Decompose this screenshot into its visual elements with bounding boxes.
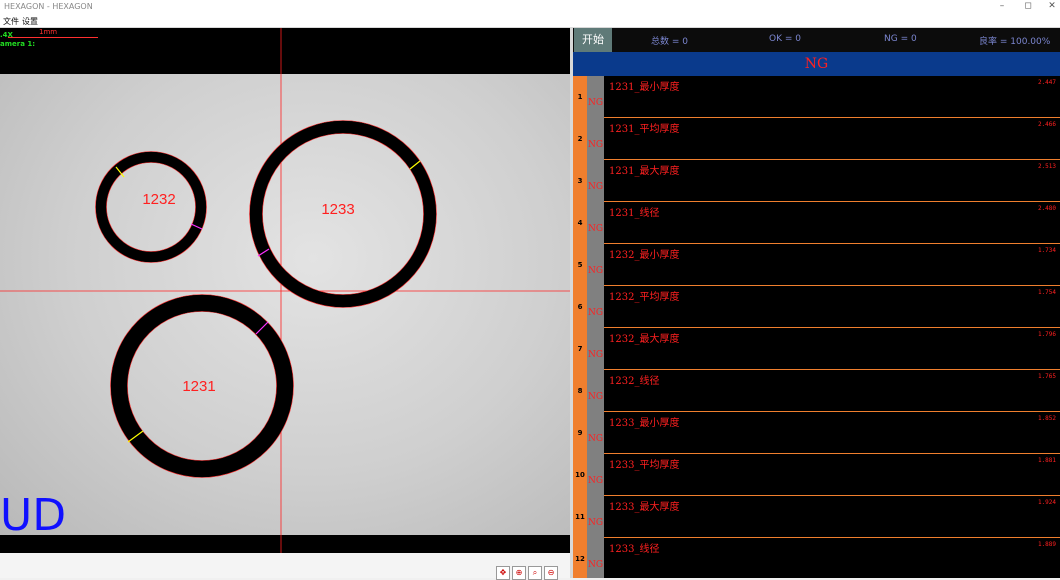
maximize-button[interactable]: ◻ [1020, 1, 1036, 11]
stat-ok: OK = 0 [769, 34, 801, 44]
row-index: 5 [573, 244, 587, 286]
row-status-tag: NG [587, 76, 604, 118]
result-row[interactable]: 7 NG 1232_最大厚度 1.796 [573, 328, 1060, 370]
row-name: 1233_最大厚度 [609, 502, 680, 513]
row-value: 1.734 [1037, 247, 1056, 254]
row-index: 11 [573, 496, 587, 538]
row-name: 1233_最小厚度 [609, 418, 680, 429]
row-index: 3 [573, 160, 587, 202]
row-name: 1231_最小厚度 [609, 82, 680, 93]
result-row[interactable]: 8 NG 1232_线径 1.765 [573, 370, 1060, 412]
row-name: 1232_最大厚度 [609, 334, 680, 345]
title-bar: HEXAGON - HEXAGON – ◻ ✕ [0, 0, 1060, 14]
row-name: 1232_最小厚度 [609, 250, 680, 261]
row-body: 1231_平均厚度 2.466 [604, 118, 1060, 160]
row-name: 1232_平均厚度 [609, 292, 680, 303]
results-list: 1 NG 1231_最小厚度 2.447 2 NG 1231_平均厚度 2.466 3 NG 123… [573, 76, 1060, 578]
row-body: 1232_最大厚度 1.796 [604, 328, 1060, 370]
row-body: 1232_线径 1.765 [604, 370, 1060, 412]
row-status-tag: NG [587, 496, 604, 538]
row-status-tag: NG [587, 244, 604, 286]
row-index: 9 [573, 412, 587, 454]
result-row[interactable]: 2 NG 1231_平均厚度 2.466 [573, 118, 1060, 160]
row-name: 1232_线径 [609, 376, 660, 387]
ring-label-1233: 1233 [321, 201, 354, 218]
result-row[interactable]: 11 NG 1233_最大厚度 1.924 [573, 496, 1060, 538]
row-value: 1.924 [1037, 499, 1056, 506]
camera-overlay-text: UD [0, 490, 67, 541]
row-name: 1233_平均厚度 [609, 460, 680, 471]
result-row[interactable]: 6 NG 1232_平均厚度 1.754 [573, 286, 1060, 328]
row-name: 1231_平均厚度 [609, 124, 680, 135]
row-value: 2.513 [1037, 163, 1056, 170]
menu-settings[interactable]: 设置 [22, 16, 38, 27]
result-row[interactable]: 4 NG 1231_线径 2.480 [573, 202, 1060, 244]
row-index: 12 [573, 538, 587, 578]
row-value: 1.796 [1037, 331, 1056, 338]
row-name: 1231_最大厚度 [609, 166, 680, 177]
row-status-tag: NG [587, 118, 604, 160]
stat-ng: NG = 0 [884, 34, 917, 44]
row-status-tag: NG [587, 538, 604, 578]
inspection-overlay: 1232 1233 1231 [0, 28, 570, 553]
row-status-tag: NG [587, 328, 604, 370]
row-value: 1.889 [1037, 541, 1056, 548]
camera-view[interactable]: 1232 1233 1231 .4X 1mm amera 1: UD [0, 28, 570, 553]
row-value: 1.881 [1037, 457, 1056, 464]
row-value: 1.754 [1037, 289, 1056, 296]
stats-bar: 开始 总数 = 0 OK = 0 NG = 0 良率 = 100.00% [573, 28, 1060, 52]
row-index: 10 [573, 454, 587, 496]
row-status-tag: NG [587, 160, 604, 202]
minimize-button[interactable]: – [994, 1, 1010, 11]
row-name: 1231_线径 [609, 208, 660, 219]
result-row[interactable]: 5 NG 1232_最小厚度 1.734 [573, 244, 1060, 286]
row-body: 1233_最大厚度 1.924 [604, 496, 1060, 538]
menu-bar: 文件 设置 [0, 14, 1060, 27]
stat-yield: 良率 = 100.00% [979, 37, 1051, 47]
row-index: 8 [573, 370, 587, 412]
row-body: 1231_线径 2.480 [604, 202, 1060, 244]
scale-label: 1mm [39, 28, 58, 36]
result-row[interactable]: 3 NG 1231_最大厚度 2.513 [573, 160, 1060, 202]
results-panel: 开始 总数 = 0 OK = 0 NG = 0 良率 = 100.00% NG … [573, 28, 1060, 578]
row-value: 1.852 [1037, 415, 1056, 422]
window-title: HEXAGON - HEXAGON [4, 2, 93, 11]
close-button[interactable]: ✕ [1044, 1, 1060, 11]
image-toolbar [0, 553, 570, 578]
ring-label-1231: 1231 [182, 378, 215, 395]
result-row[interactable]: 1 NG 1231_最小厚度 2.447 [573, 76, 1060, 118]
row-status-tag: NG [587, 286, 604, 328]
row-name: 1233_线径 [609, 544, 660, 555]
row-body: 1233_平均厚度 1.881 [604, 454, 1060, 496]
row-index: 2 [573, 118, 587, 160]
row-index: 6 [573, 286, 587, 328]
result-row[interactable]: 9 NG 1233_最小厚度 1.852 [573, 412, 1060, 454]
row-body: 1233_最小厚度 1.852 [604, 412, 1060, 454]
row-body: 1231_最小厚度 2.447 [604, 76, 1060, 118]
start-button[interactable]: 开始 [574, 28, 612, 52]
menu-file[interactable]: 文件 [3, 16, 19, 27]
result-row[interactable]: 10 NG 1233_平均厚度 1.881 [573, 454, 1060, 496]
row-status-tag: NG [587, 370, 604, 412]
status-banner: NG [573, 52, 1060, 76]
row-status-tag: NG [587, 202, 604, 244]
row-value: 2.466 [1037, 121, 1056, 128]
row-index: 7 [573, 328, 587, 370]
stat-total: 总数 = 0 [651, 37, 688, 47]
camera-name: amera 1: [0, 40, 36, 48]
row-body: 1232_平均厚度 1.754 [604, 286, 1060, 328]
result-row[interactable]: 12 NG 1233_线径 1.889 [573, 538, 1060, 578]
row-body: 1231_最大厚度 2.513 [604, 160, 1060, 202]
row-status-tag: NG [587, 412, 604, 454]
row-value: 2.480 [1037, 205, 1056, 212]
row-value: 1.765 [1037, 373, 1056, 380]
row-index: 4 [573, 202, 587, 244]
row-body: 1232_最小厚度 1.734 [604, 244, 1060, 286]
row-body: 1233_线径 1.889 [604, 538, 1060, 578]
row-value: 2.447 [1037, 79, 1056, 86]
ring-label-1232: 1232 [142, 191, 175, 208]
row-status-tag: NG [587, 454, 604, 496]
row-index: 1 [573, 76, 587, 118]
